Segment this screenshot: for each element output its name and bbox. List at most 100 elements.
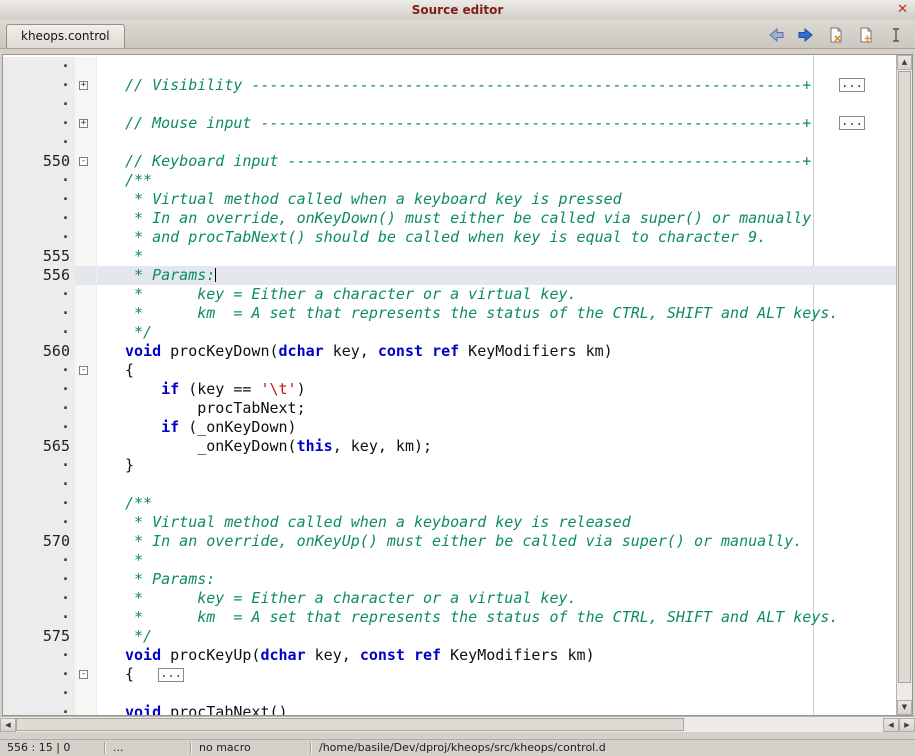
fold-gutter[interactable]: - <box>75 665 97 684</box>
code-line-text[interactable]: {... <box>97 665 896 684</box>
fold-gutter[interactable]: + <box>75 76 97 95</box>
horizontal-scroll-thumb[interactable] <box>16 718 684 731</box>
fold-gutter[interactable]: + <box>75 114 97 133</box>
editor-line[interactable]: ·} <box>3 456 896 475</box>
code-line-text[interactable]: void procTabNext() <box>97 703 896 715</box>
line-marker-dot[interactable]: · <box>3 456 75 475</box>
editor-line[interactable]: · * and procTabNext() should be called w… <box>3 228 896 247</box>
line-number[interactable]: 555 <box>3 247 75 266</box>
folded-code-ellipsis[interactable]: ... <box>839 116 865 130</box>
code-line-text[interactable] <box>97 133 896 152</box>
editor-line[interactable]: · * In an override, onKeyDown() must eit… <box>3 209 896 228</box>
code-line-text[interactable] <box>97 57 896 76</box>
editor-line[interactable]: 575 */ <box>3 627 896 646</box>
editor-line[interactable]: · <box>3 57 896 76</box>
code-line-text[interactable]: if (_onKeyDown) <box>97 418 896 437</box>
line-marker-dot[interactable]: · <box>3 399 75 418</box>
fold-collapse-icon[interactable]: - <box>79 157 88 166</box>
editor-line[interactable]: · void procKeyUp(dchar key, const ref Key… <box>3 646 896 665</box>
code-line-text[interactable]: // Keyboard input ----------------------… <box>97 152 896 171</box>
line-marker-dot[interactable]: · <box>3 57 75 76</box>
nav-back-button[interactable] <box>767 27 785 43</box>
line-marker-dot[interactable]: · <box>3 589 75 608</box>
editor-line[interactable]: ·+// Mouse input -----------------------… <box>3 114 896 133</box>
editor-line[interactable]: · <box>3 133 896 152</box>
editor-line[interactable]: · * <box>3 551 896 570</box>
fold-expand-icon[interactable]: + <box>79 81 88 90</box>
save-button[interactable] <box>827 27 845 43</box>
editor-line[interactable]: ·-{ <box>3 361 896 380</box>
scroll-up-button[interactable]: ▲ <box>897 55 912 70</box>
line-marker-dot[interactable]: · <box>3 76 75 95</box>
editor-line[interactable]: ·-{... <box>3 665 896 684</box>
editor-line[interactable]: 560void procKeyDown(dchar key, const ref… <box>3 342 896 361</box>
editor-line[interactable]: · procTabNext; <box>3 399 896 418</box>
save-as-button[interactable] <box>857 27 875 43</box>
line-marker-dot[interactable]: · <box>3 418 75 437</box>
editor-line[interactable]: · <box>3 684 896 703</box>
nav-forward-button[interactable] <box>797 27 815 43</box>
code-line-text[interactable]: */ <box>97 323 896 342</box>
scroll-left-button-2[interactable]: ◀ <box>883 718 899 732</box>
fold-gutter[interactable]: - <box>75 152 97 171</box>
line-marker-dot[interactable]: · <box>3 513 75 532</box>
horizontal-scrollbar[interactable]: ◀ ◀ ▶ <box>0 716 915 732</box>
line-marker-dot[interactable]: · <box>3 228 75 247</box>
line-marker-dot[interactable]: · <box>3 209 75 228</box>
line-marker-dot[interactable]: · <box>3 95 75 114</box>
fold-gutter[interactable]: - <box>75 361 97 380</box>
editor-line[interactable]: · <box>3 475 896 494</box>
line-marker-dot[interactable]: · <box>3 133 75 152</box>
code-line-text[interactable]: * Params: <box>97 266 896 285</box>
line-number[interactable]: 565 <box>3 437 75 456</box>
line-marker-dot[interactable]: · <box>3 361 75 380</box>
code-line-text[interactable]: * Virtual method called when a keyboard … <box>97 190 896 209</box>
line-marker-dot[interactable]: · <box>3 190 75 209</box>
editor-line[interactable]: · if (key == '\t') <box>3 380 896 399</box>
code-line-text[interactable]: */ <box>97 627 896 646</box>
folded-code-ellipsis[interactable]: ... <box>839 78 865 92</box>
code-line-text[interactable]: /** <box>97 494 896 513</box>
editor-line[interactable]: · + // Visibility ------------------------… <box>3 76 896 95</box>
code-line-text[interactable]: void procKeyUp(dchar key, const ref KeyM… <box>97 646 896 665</box>
code-line-text[interactable]: } <box>97 456 896 475</box>
code-line-text[interactable]: void procKeyDown(dchar key, const ref Ke… <box>97 342 896 361</box>
code-editor[interactable]: ··+// Visibility -----------------------… <box>2 54 913 716</box>
code-line-text[interactable]: * <box>97 247 896 266</box>
line-marker-dot[interactable]: · <box>3 684 75 703</box>
line-number[interactable]: 570 <box>3 532 75 551</box>
code-line-text[interactable]: * km = A set that represents the status … <box>97 608 896 627</box>
line-marker-dot[interactable]: · <box>3 646 75 665</box>
editor-line[interactable]: 570 * In an override, onKeyUp() must eit… <box>3 532 896 551</box>
line-marker-dot[interactable]: · <box>3 551 75 570</box>
editor-line[interactable]: ·void procTabNext() <box>3 703 896 715</box>
line-marker-dot[interactable]: · <box>3 304 75 323</box>
code-line-text[interactable]: * <box>97 551 896 570</box>
close-icon[interactable]: ✕ <box>897 0 908 20</box>
editor-line[interactable]: · <box>3 95 896 114</box>
code-line-text[interactable]: * Params: <box>97 570 896 589</box>
editor-line[interactable]: · * Virtual method called when a keyboar… <box>3 190 896 209</box>
code-line-text[interactable] <box>97 95 896 114</box>
line-marker-dot[interactable]: · <box>3 475 75 494</box>
code-line-text[interactable]: * km = A set that represents the status … <box>97 304 896 323</box>
code-line-text[interactable]: // Visibility --------------------------… <box>97 76 896 95</box>
code-line-text[interactable] <box>97 475 896 494</box>
editor-line[interactable]: · if (_onKeyDown) <box>3 418 896 437</box>
scroll-left-button[interactable]: ◀ <box>0 718 16 732</box>
editor-line[interactable]: · * key = Either a character or a virtua… <box>3 589 896 608</box>
editor-line[interactable]: 556 * Params: <box>3 266 896 285</box>
editor-line[interactable]: · */ <box>3 323 896 342</box>
code-line-text[interactable]: * In an override, onKeyDown() must eithe… <box>97 209 896 228</box>
code-line-text[interactable]: _onKeyDown(this, key, km); <box>97 437 896 456</box>
editor-line[interactable]: ·/** <box>3 171 896 190</box>
code-line-text[interactable]: procTabNext; <box>97 399 896 418</box>
code-line-text[interactable]: * key = Either a character or a virtual … <box>97 285 896 304</box>
line-marker-dot[interactable]: · <box>3 494 75 513</box>
editor-line[interactable]: · /** <box>3 494 896 513</box>
line-number[interactable]: 575 <box>3 627 75 646</box>
line-number[interactable]: 550 <box>3 152 75 171</box>
code-line-text[interactable]: * Virtual method called when a keyboard … <box>97 513 896 532</box>
fold-collapse-icon[interactable]: - <box>79 670 88 679</box>
editor-line[interactable]: · * key = Either a character or a virtua… <box>3 285 896 304</box>
